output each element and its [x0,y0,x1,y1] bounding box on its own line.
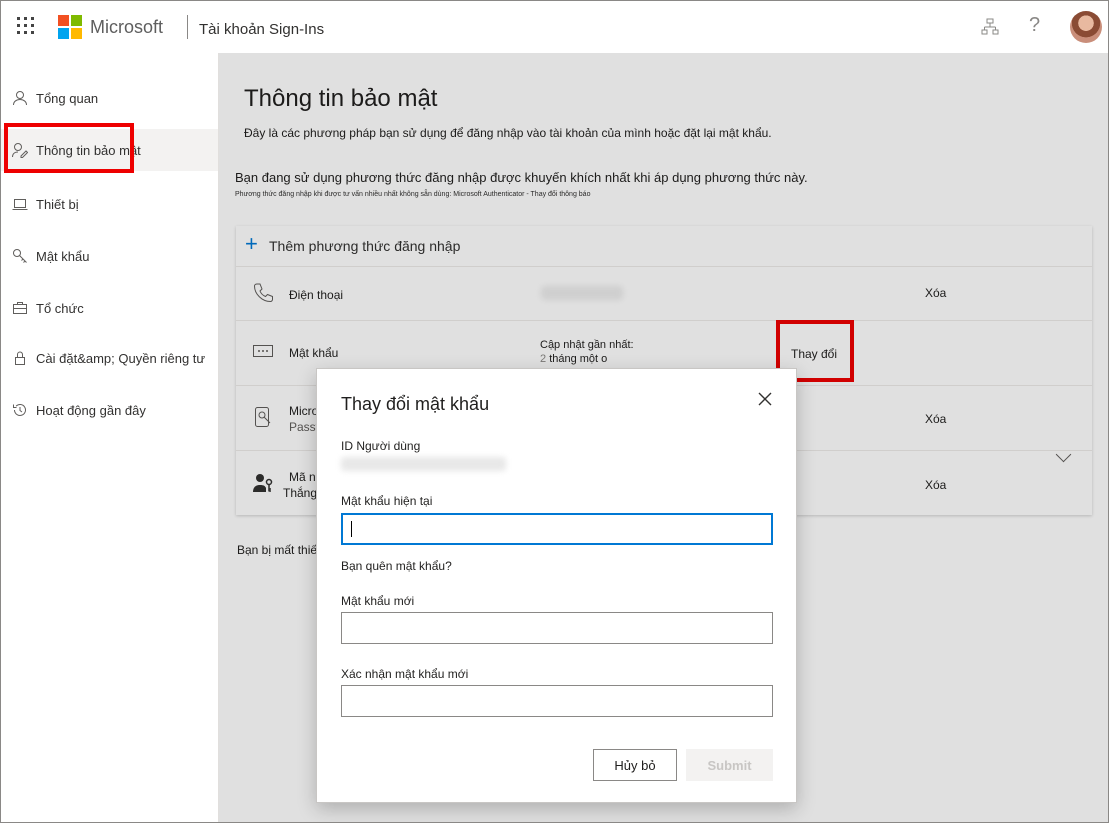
person-icon [11,89,29,107]
sidebar-item-label: Thiết bị [36,196,79,212]
laptop-icon [11,195,29,213]
new-password-label: Mật khẩu mới [341,594,415,608]
submit-button[interactable]: Submit [686,749,773,781]
new-password-field[interactable] [341,612,773,644]
sidebar-item-privacy[interactable]: Cài đặt&amp; Quyền riêng tư [1,337,218,379]
org-chart-icon[interactable] [981,18,999,36]
top-bar: Microsoft Tài khoản Sign-Ins ? [1,1,1108,54]
sidebar-item-label: Tổng quan [36,90,99,106]
help-icon[interactable]: ? [1029,14,1040,37]
avatar[interactable] [1070,11,1102,43]
window: Microsoft Tài khoản Sign-Ins ? Tổng quan… [0,0,1109,823]
dialog-title: Thay đổi mật khẩu [341,394,490,414]
sidebar-item-label: Cài đặt&amp; Quyền riêng tư [36,350,206,366]
sidebar-item-recent-activity[interactable]: Hoạt động gần đây [1,389,218,431]
sidebar-item-organization[interactable]: Tổ chức [1,287,218,329]
close-icon[interactable] [757,391,773,407]
app-title[interactable]: Tài khoản Sign-Ins [199,21,324,38]
sidebar-item-devices[interactable]: Thiết bị [1,183,218,225]
lock-icon [11,349,29,367]
cancel-button[interactable]: Hủy bỏ [593,749,677,781]
sidebar-item-password[interactable]: Mật khẩu [1,235,218,277]
current-password-label: Mật khẩu hiện tại [341,494,433,508]
history-icon [11,401,29,419]
app-launcher-icon[interactable] [17,17,35,35]
sidebar-item-label: Mật khẩu [36,248,90,264]
sidebar-item-overview[interactable]: Tổng quan [1,77,218,119]
key-icon [11,247,29,265]
user-id-label: ID Người dùng [341,439,421,453]
confirm-password-field[interactable] [341,685,773,717]
sidebar-item-label: Hoạt động gần đây [36,402,146,418]
forgot-password-link[interactable]: Bạn quên mật khẩu? [341,559,452,573]
highlight-box [4,123,134,173]
confirm-password-label: Xác nhận mật khẩu mới [341,667,469,681]
current-password-field[interactable] [341,513,773,545]
sidebar-item-label: Tổ chức [36,300,84,316]
change-password-dialog: Thay đổi mật khẩu ID Người dùng Mật khẩu… [316,368,797,803]
brand-name: Microsoft [90,17,164,37]
text-caret [351,521,352,537]
briefcase-icon [11,299,29,317]
user-id-redacted [341,457,506,471]
header-divider [187,15,188,39]
microsoft-logo-icon [58,15,82,39]
